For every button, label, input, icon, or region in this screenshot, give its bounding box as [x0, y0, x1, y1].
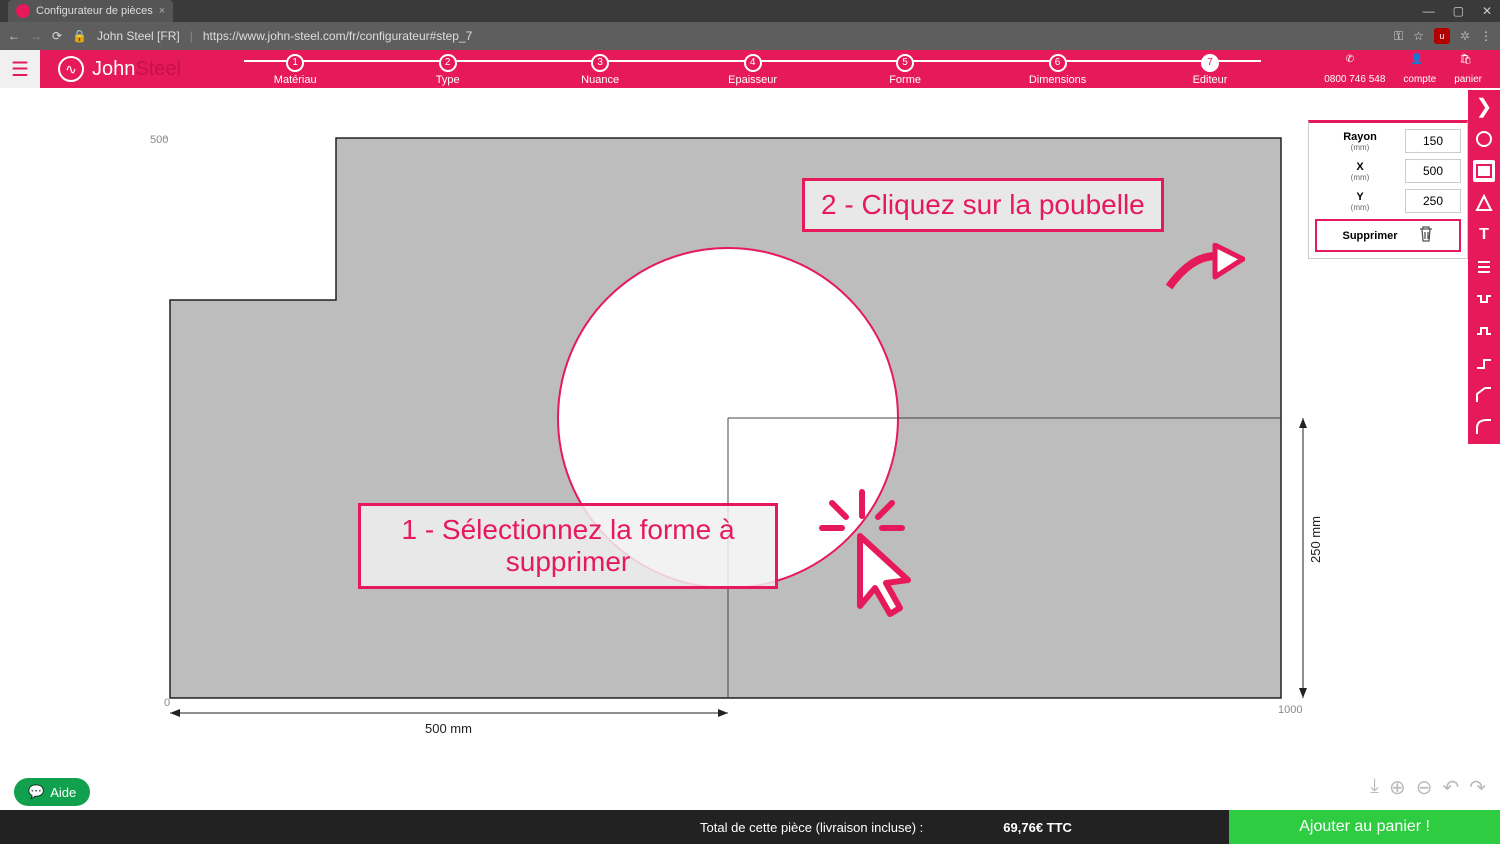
svg-text:250 mm: 250 mm: [1308, 516, 1323, 563]
brand-logo[interactable]: ∿ JohnSteel: [40, 50, 199, 88]
zoom-in-icon[interactable]: ⊕: [1389, 775, 1406, 800]
ruler-left-tick: 500: [150, 134, 168, 146]
tool-chamfer-icon[interactable]: [1473, 384, 1495, 406]
account-label: compte: [1403, 74, 1436, 85]
phone-contact[interactable]: ✆ 0800 746 548: [1324, 54, 1385, 85]
chat-icon: 💬: [28, 784, 44, 800]
trash-icon: [1418, 225, 1434, 246]
progress-stepper: 1Matériau 2Type 3Nuance 4Epaisseur 5Form…: [199, 50, 1306, 88]
logo-john: John: [92, 58, 135, 80]
step-3[interactable]: 3Nuance: [524, 52, 676, 86]
y-input[interactable]: [1405, 189, 1461, 213]
tool-notch-up-icon[interactable]: [1473, 320, 1495, 342]
url-text[interactable]: https://www.john-steel.com/fr/configurat…: [203, 29, 472, 43]
editor-canvas-wrap: 500 0 1000 250 mm 500 mm 1 - Sélectionne…: [0, 88, 1500, 810]
window-close-icon[interactable]: ✕: [1482, 4, 1492, 18]
browser-tab-strip: Configurateur de pièces × — ▢ ✕: [0, 0, 1500, 22]
delete-shape-button[interactable]: Supprimer: [1315, 219, 1461, 252]
arrow-annotation-icon: [1165, 243, 1245, 293]
panel-collapse-button[interactable]: ❯: [1468, 90, 1500, 122]
tool-text-icon[interactable]: T: [1473, 224, 1495, 246]
cart-link[interactable]: 🛍 panier: [1454, 54, 1482, 85]
annotation-step-2: 2 - Cliquez sur la poubelle: [802, 178, 1164, 232]
annotation-step-1: 1 - Sélectionnez la forme à supprimer: [358, 503, 778, 589]
logo-mark-icon: ∿: [58, 56, 84, 82]
total-label: Total de cette pièce (livraison incluse)…: [700, 820, 923, 835]
lock-icon: 🔒: [72, 29, 87, 43]
app-header: ☰ ∿ JohnSteel 1Matériau 2Type 3Nuance 4E…: [0, 50, 1500, 88]
tool-notch-down-icon[interactable]: [1473, 288, 1495, 310]
delete-label: Supprimer: [1342, 230, 1397, 242]
y-label: Y: [1356, 191, 1363, 203]
nav-forward-icon[interactable]: →: [30, 29, 42, 43]
phone-icon: ✆: [1346, 54, 1364, 72]
redo-icon[interactable]: ↷: [1469, 775, 1486, 800]
user-icon: 👤: [1411, 54, 1429, 72]
x-input[interactable]: [1405, 159, 1461, 183]
tool-circle-icon[interactable]: [1473, 128, 1495, 150]
tool-rectangle-icon[interactable]: [1473, 160, 1495, 182]
extension-icon[interactable]: ✲: [1460, 29, 1470, 43]
logo-steel: Steel: [135, 58, 181, 80]
shape-tool-strip: T: [1468, 122, 1500, 444]
step-2[interactable]: 2Type: [371, 52, 523, 86]
nav-back-icon[interactable]: ←: [8, 29, 20, 43]
window-minimize-icon[interactable]: —: [1423, 4, 1435, 18]
cart-label: panier: [1454, 74, 1482, 85]
total-price: 69,76€ TTC: [1003, 820, 1072, 835]
nav-reload-icon[interactable]: ⟳: [52, 29, 62, 43]
help-label: Aide: [50, 785, 76, 800]
help-button[interactable]: 💬 Aide: [14, 778, 90, 806]
tool-fillet-icon[interactable]: [1473, 416, 1495, 438]
extension-badge[interactable]: u: [1434, 28, 1450, 44]
radius-input[interactable]: [1405, 129, 1461, 153]
ruler-right-tick: 1000: [1278, 704, 1302, 716]
key-icon[interactable]: ⚿: [1394, 29, 1403, 44]
svg-text:500 mm: 500 mm: [425, 721, 472, 736]
dimension-vertical: 250 mm: [1299, 418, 1323, 698]
shape-properties-panel: Rayon(mm) X(mm) Y(mm) Supprimer: [1308, 120, 1468, 259]
footer-bar: Total de cette pièce (livraison incluse)…: [0, 810, 1500, 844]
tab-close-icon[interactable]: ×: [159, 5, 165, 17]
tool-step-icon[interactable]: [1473, 352, 1495, 374]
step-6[interactable]: 6Dimensions: [981, 52, 1133, 86]
add-to-cart-label: Ajouter au panier !: [1299, 818, 1430, 836]
step-7[interactable]: 7Editeur: [1134, 52, 1286, 86]
dimension-horizontal: 500 mm: [170, 709, 728, 736]
menu-kebab-icon[interactable]: ⋮: [1480, 29, 1492, 43]
undo-icon[interactable]: ↶: [1442, 775, 1459, 800]
radius-label: Rayon: [1343, 131, 1377, 143]
step-1[interactable]: 1Matériau: [219, 52, 371, 86]
step-5[interactable]: 5Forme: [829, 52, 981, 86]
phone-number: 0800 746 548: [1324, 74, 1385, 85]
menu-burger-icon[interactable]: ☰: [0, 50, 40, 88]
window-maximize-icon[interactable]: ▢: [1453, 4, 1464, 18]
x-label: X: [1356, 161, 1363, 173]
cursor-click-icon: [812, 488, 912, 618]
ruler-origin-tick: 0: [164, 697, 170, 709]
editor-canvas[interactable]: 500 0 1000 250 mm 500 mm: [0, 88, 1500, 810]
download-icon[interactable]: ⤓: [1370, 775, 1379, 800]
step-4[interactable]: 4Epaisseur: [676, 52, 828, 86]
tool-triangle-icon[interactable]: [1473, 192, 1495, 214]
address-bar: ← → ⟳ 🔒 John Steel [FR] | https://www.jo…: [0, 22, 1500, 50]
url-prefix: John Steel [FR]: [97, 29, 180, 43]
tool-list-icon[interactable]: [1473, 256, 1495, 278]
tab-title: Configurateur de pièces: [36, 5, 153, 17]
view-controls: ⤓ ⊕ ⊖ ↶ ↷: [1370, 775, 1486, 800]
star-icon[interactable]: ☆: [1413, 29, 1424, 43]
browser-tab[interactable]: Configurateur de pièces ×: [8, 0, 173, 22]
add-to-cart-button[interactable]: Ajouter au panier !: [1229, 810, 1500, 844]
zoom-out-icon[interactable]: ⊖: [1416, 775, 1433, 800]
bag-icon: 🛍: [1459, 54, 1477, 72]
tab-favicon: [16, 4, 30, 18]
account-link[interactable]: 👤 compte: [1403, 54, 1436, 85]
